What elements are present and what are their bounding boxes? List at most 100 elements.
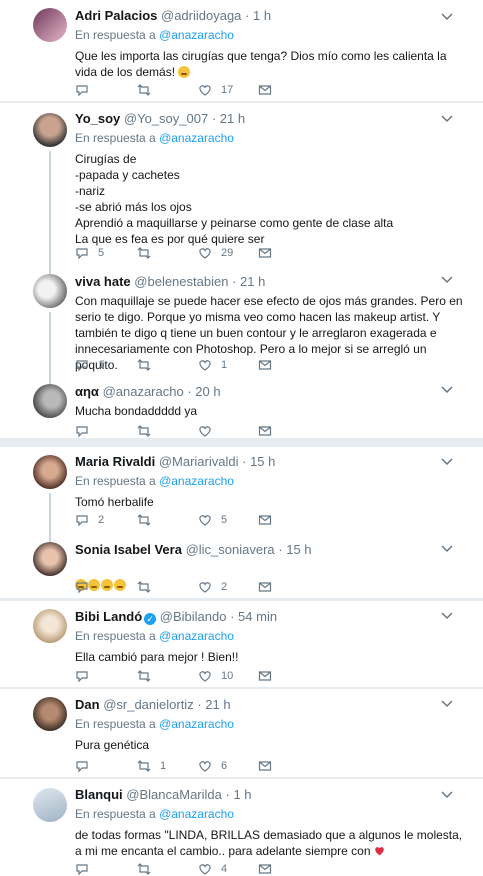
retweet-button[interactable] xyxy=(137,862,160,876)
reply-button[interactable] xyxy=(75,580,98,594)
reply-button[interactable]: 5 xyxy=(75,246,104,260)
user-name[interactable]: Yo_soy xyxy=(75,111,120,126)
like-button[interactable]: 4 xyxy=(198,862,227,876)
avatar[interactable] xyxy=(33,697,67,731)
reply-context: En respuesta a @anazaracho xyxy=(75,806,469,822)
avatar[interactable] xyxy=(33,542,67,576)
reply-to-link[interactable]: @anazaracho xyxy=(159,807,234,821)
timestamp[interactable]: · 54 min xyxy=(230,609,277,624)
reply-button[interactable] xyxy=(75,669,98,683)
user-name[interactable]: Bibi Landó xyxy=(75,609,142,624)
user-handle[interactable]: @lic_soniavera xyxy=(186,542,275,557)
direct-message-button[interactable] xyxy=(258,513,272,527)
retweet-button[interactable] xyxy=(137,358,160,372)
timestamp[interactable]: · 15 h xyxy=(278,542,311,557)
tweet[interactable]: Blanqui @BlancaMarilda · 1 h En respuest… xyxy=(0,779,483,876)
tweet[interactable]: Maria Rivaldi @Mariarivaldi · 15 h En re… xyxy=(0,447,483,534)
direct-message-button[interactable] xyxy=(258,246,272,260)
reply-prefix: En respuesta a xyxy=(75,28,156,42)
avatar[interactable] xyxy=(33,455,67,489)
retweet-button[interactable] xyxy=(137,669,160,683)
user-handle[interactable]: @belenestabien xyxy=(134,274,228,289)
retweet-button[interactable] xyxy=(137,513,160,527)
user-name[interactable]: Dan xyxy=(75,697,100,712)
tweet-text-body: de todas formas "LINDA, BRILLAS demasiad… xyxy=(75,828,463,858)
avatar[interactable] xyxy=(33,113,67,147)
retweet-icon xyxy=(137,760,151,772)
retweet-button[interactable] xyxy=(137,424,160,438)
tweet[interactable]: Yo_soy @Yo_soy_007 · 21 h En respuesta a… xyxy=(0,103,483,266)
tweet-actions: 2 5 xyxy=(75,513,315,527)
direct-message-button[interactable] xyxy=(258,424,272,438)
avatar[interactable] xyxy=(33,274,67,308)
user-handle[interactable]: @anazaracho xyxy=(103,384,184,399)
reply-to-link[interactable]: @anazaracho xyxy=(159,474,234,488)
avatar[interactable] xyxy=(33,8,67,42)
tweet[interactable]: Dan @sr_danielortiz · 21 h En respuesta … xyxy=(0,689,483,778)
reply-context: En respuesta a @anazaracho xyxy=(75,628,469,644)
retweet-button[interactable] xyxy=(137,83,160,97)
timestamp[interactable]: · 21 h xyxy=(212,111,245,126)
retweet-button[interactable]: 1 xyxy=(137,759,166,773)
user-name[interactable]: Adri Palacios xyxy=(75,8,157,23)
tweet[interactable]: viva hate @belenestabien · 21 h Con maqu… xyxy=(0,266,483,376)
timestamp[interactable]: · 21 h xyxy=(232,274,265,289)
direct-message-button[interactable] xyxy=(258,759,272,773)
user-handle[interactable]: @Bibilando xyxy=(160,609,227,624)
user-name[interactable]: viva hate xyxy=(75,274,131,289)
avatar[interactable] xyxy=(33,384,67,418)
like-button[interactable]: 2 xyxy=(198,580,227,594)
user-name[interactable]: αηα xyxy=(75,384,99,399)
timestamp[interactable]: · 1 h xyxy=(245,8,271,23)
tweet[interactable]: αηα @anazaracho · 20 h Mucha bondaddddd … xyxy=(0,376,483,439)
direct-message-button[interactable] xyxy=(258,83,272,97)
tweet[interactable]: Sonia Isabel Vera @lic_soniavera · 15 h … xyxy=(0,534,483,599)
tweet[interactable]: Bibi Landó ✓ @Bibilando · 54 min En respu… xyxy=(0,601,483,688)
avatar[interactable] xyxy=(33,788,67,822)
user-handle[interactable]: @sr_danielortiz xyxy=(103,697,194,712)
reply-to-link[interactable]: @anazaracho xyxy=(159,629,234,643)
reply-button[interactable]: 1 xyxy=(75,358,104,372)
reply-to-link[interactable]: @anazaracho xyxy=(159,717,234,731)
verified-badge-icon: ✓ xyxy=(144,613,157,625)
tweet[interactable]: Adri Palacios @adriidoyaga · 1 h En resp… xyxy=(0,0,483,102)
tweet-text: Cirugías de -papada y cachetes -nariz -s… xyxy=(75,152,394,246)
timestamp[interactable]: · 1 h xyxy=(226,787,252,802)
user-handle[interactable]: @Mariarivaldi xyxy=(159,454,239,469)
user-handle[interactable]: @BlancaMarilda xyxy=(126,787,222,802)
user-name[interactable]: Blanqui xyxy=(75,787,123,802)
tweet-text-body: Que les importa las cirugías que tenga? … xyxy=(75,49,447,79)
avatar[interactable] xyxy=(33,609,67,643)
reply-button[interactable] xyxy=(75,424,98,438)
like-count: 1 xyxy=(221,359,228,371)
direct-message-button[interactable] xyxy=(258,862,272,876)
like-button[interactable]: 17 xyxy=(198,83,233,97)
direct-message-button[interactable] xyxy=(258,580,272,594)
user-handle[interactable]: @Yo_soy_007 xyxy=(124,111,208,126)
like-button[interactable] xyxy=(198,424,221,438)
reply-button[interactable] xyxy=(75,862,98,876)
user-name[interactable]: Maria Rivaldi xyxy=(75,454,155,469)
direct-message-button[interactable] xyxy=(258,358,272,372)
like-button[interactable]: 6 xyxy=(198,759,227,773)
reply-to-link[interactable]: @anazaracho xyxy=(159,131,234,145)
retweet-button[interactable] xyxy=(137,246,160,260)
timestamp[interactable]: · 15 h xyxy=(242,454,275,469)
thread-line xyxy=(49,493,51,534)
reply-button[interactable]: 2 xyxy=(75,513,104,527)
like-button[interactable]: 10 xyxy=(198,669,233,683)
retweet-button[interactable] xyxy=(137,580,160,594)
timestamp[interactable]: · 20 h xyxy=(187,384,220,399)
like-button[interactable]: 1 xyxy=(198,358,227,372)
tweet-feed: Adri Palacios @adriidoyaga · 1 h En resp… xyxy=(0,0,483,876)
user-handle[interactable]: @adriidoyaga xyxy=(161,8,241,23)
reply-button[interactable] xyxy=(75,83,98,97)
reply-button[interactable] xyxy=(75,759,98,773)
user-name[interactable]: Sonia Isabel Vera xyxy=(75,542,182,557)
reply-prefix: En respuesta a xyxy=(75,717,156,731)
like-button[interactable]: 5 xyxy=(198,513,227,527)
timestamp[interactable]: · 21 h xyxy=(197,697,230,712)
like-button[interactable]: 29 xyxy=(198,246,233,260)
reply-to-link[interactable]: @anazaracho xyxy=(159,28,234,42)
direct-message-button[interactable] xyxy=(258,669,272,683)
